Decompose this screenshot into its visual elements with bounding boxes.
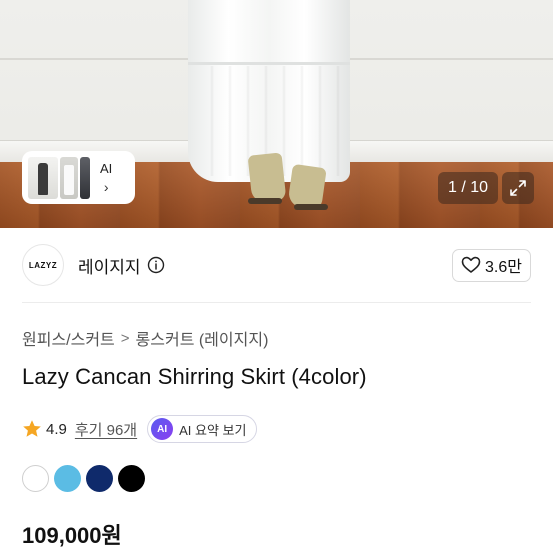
thumbnail-1 (28, 156, 58, 199)
breadcrumb: 원피스/스커트 > 롱스커트 (레이지지) (22, 326, 268, 350)
ai-badge-icon: AI (151, 418, 174, 440)
thumbnail-figure (64, 164, 74, 195)
thumbnail-3 (80, 156, 90, 199)
review-count-link[interactable]: 후기 96개 (75, 419, 137, 440)
breadcrumb-item-category[interactable]: 원피스/스커트 (22, 326, 115, 350)
ai-chip-label: AI (100, 160, 113, 176)
ai-styling-chip[interactable]: AI › (22, 151, 135, 204)
store-name[interactable]: 레이지지 (78, 253, 141, 278)
swatch-white[interactable] (22, 465, 49, 492)
thumbnail-figure (38, 162, 48, 195)
section-divider (22, 302, 531, 303)
info-icon[interactable] (147, 256, 165, 274)
breadcrumb-item-subcategory[interactable]: 롱스커트 (레이지지) (136, 326, 269, 350)
like-button[interactable]: 3.6만 (452, 248, 531, 282)
swatch-black[interactable] (118, 465, 145, 492)
chevron-right-icon: › (103, 178, 109, 195)
ai-summary-label: AI 요약 보기 (179, 422, 247, 438)
star-icon (22, 419, 42, 439)
swatch-sky-blue[interactable] (54, 465, 81, 492)
store-logo[interactable]: LAZYZ (22, 244, 64, 286)
thumbnail-2 (60, 156, 78, 199)
breadcrumb-separator: > (120, 329, 130, 347)
product-title: Lazy Cancan Shirring Skirt (4color) (22, 364, 367, 389)
rating-value: 4.9 (46, 420, 67, 438)
expand-icon (510, 180, 526, 196)
image-counter: 1 / 10 (438, 172, 498, 204)
product-image-gallery[interactable]: AI › 1 / 10 (0, 0, 553, 228)
store-row: LAZYZ 레이지지 3.6만 (22, 242, 531, 288)
swatch-navy[interactable] (86, 465, 113, 492)
right-boot-sole (294, 204, 328, 210)
product-price: 109,000원 (22, 523, 122, 548)
store-logo-text: LAZYZ (28, 260, 58, 270)
expand-button[interactable] (502, 172, 534, 204)
left-boot-sole (248, 198, 282, 204)
skirt-tier-seam (188, 62, 350, 65)
ai-summary-button[interactable]: AI AI 요약 보기 (147, 415, 258, 443)
like-count: 3.6만 (485, 259, 522, 276)
ai-styling-thumbnails (28, 156, 90, 199)
heart-outline-icon (461, 256, 481, 273)
left-boot (247, 152, 287, 204)
color-swatches (22, 465, 145, 492)
rating-row: 4.9 후기 96개 AI AI 요약 보기 (22, 414, 258, 444)
